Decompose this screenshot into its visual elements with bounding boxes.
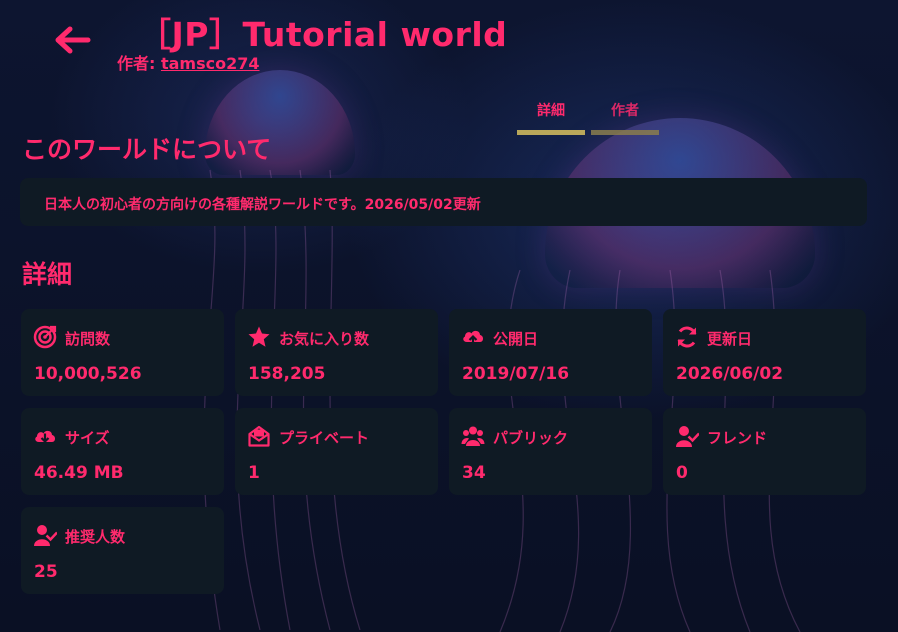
friend-icon: [34, 525, 57, 546]
refresh-icon: [677, 326, 697, 348]
stat-card-public: パブリック 34: [449, 408, 652, 495]
stat-card-published: 公開日 2019/07/16: [449, 309, 652, 396]
tab-author[interactable]: 作者: [591, 100, 659, 135]
star-icon: [248, 326, 270, 347]
stat-value: 46.49 MB: [34, 463, 124, 483]
stat-value: 25: [34, 562, 58, 582]
details-heading: 詳細: [22, 260, 73, 289]
stat-label: フレンド: [707, 429, 768, 447]
stat-label: 更新日: [707, 330, 753, 348]
stat-value: 34: [462, 463, 486, 483]
about-heading: このワールドについて: [22, 135, 272, 164]
stat-value: 158,205: [248, 364, 326, 384]
author-line: 作者: tamsco274: [117, 50, 260, 74]
stat-value: 1: [248, 463, 260, 483]
stat-label: お気に入り数: [279, 330, 370, 348]
stat-card-recommended: 推奨人数 25: [21, 507, 224, 594]
target-icon: [33, 325, 57, 349]
back-arrow-icon[interactable]: [52, 24, 92, 56]
stat-card-visits: 訪問数 10,000,526: [21, 309, 224, 396]
page-title: ［JP］Tutorial world: [138, 15, 508, 54]
stat-label: パブリック: [493, 429, 569, 447]
stat-label: 公開日: [493, 330, 539, 348]
stat-label: 訪問数: [65, 330, 111, 348]
stat-value: 2026/06/02: [676, 364, 784, 384]
users-icon: [461, 426, 485, 446]
stat-label: 推奨人数: [65, 528, 126, 546]
cloud-download-icon: [35, 430, 55, 444]
tab-details[interactable]: 詳細: [517, 100, 585, 135]
friend-icon: [676, 426, 699, 447]
stat-card-size: サイズ 46.49 MB: [21, 408, 224, 495]
description-text: 日本人の初心者の方向けの各種解説ワールドです。2026/05/02更新: [44, 197, 481, 213]
stat-card-favorites: お気に入り数 158,205: [235, 309, 438, 396]
tab-bar: 詳細 作者: [517, 100, 659, 135]
stat-card-private: プライベート 1: [235, 408, 438, 495]
private-envelope-icon: [248, 425, 270, 447]
stat-label: プライベート: [279, 429, 370, 447]
author-link[interactable]: tamsco274: [161, 54, 260, 73]
author-prefix: 作者:: [117, 54, 156, 73]
stat-card-friends: フレンド 0: [663, 408, 866, 495]
cloud-upload-icon: [463, 330, 483, 347]
stat-label: サイズ: [65, 429, 110, 447]
description-box: 日本人の初心者の方向けの各種解説ワールドです。2026/05/02更新: [20, 178, 867, 226]
stat-value: 0: [676, 463, 688, 483]
stat-card-updated: 更新日 2026/06/02: [663, 309, 866, 396]
stat-value: 10,000,526: [34, 364, 142, 384]
stat-value: 2019/07/16: [462, 364, 570, 384]
